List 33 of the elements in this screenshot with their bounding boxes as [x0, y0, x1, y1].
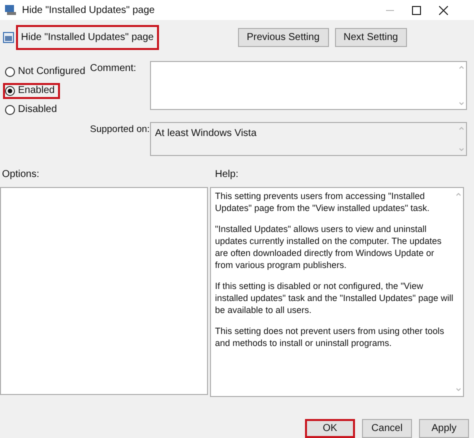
options-label: Options:: [1, 168, 40, 182]
scroll-up-icon[interactable]: [459, 66, 464, 69]
nav-button[interactable]: Next Setting: [334, 28, 407, 47]
dialog-button[interactable]: OK: [305, 419, 355, 438]
app-icon: [4, 4, 17, 16]
comment-field[interactable]: [150, 60, 467, 110]
radio-option[interactable]: Not Configured: [3, 64, 90, 80]
setting-title: Hide "Installed Updates" page: [16, 24, 159, 50]
supported-on-value: At least Windows Vista: [154, 126, 258, 141]
help-paragraph: This setting prevents users from accessing "Installed Updates" page from the "View installed updates" task.: [215, 190, 431, 214]
help-paragraph: If this setting is disabled or not configured, the "View installed updates" task and the "Installed Updates" page will be available to all users.: [215, 280, 454, 316]
supported-on-label: Supported on:: [89, 122, 150, 137]
policy-icon: [3, 32, 14, 43]
radio-icon[interactable]: [5, 104, 15, 115]
radio-icon[interactable]: [5, 86, 15, 96]
scroll-up-icon[interactable]: [459, 126, 464, 130]
maximize-icon[interactable]: [412, 6, 421, 14]
dialog-button[interactable]: Cancel: [362, 419, 412, 438]
window-title: Hide "Installed Updates" page: [22, 4, 155, 18]
scroll-up-icon[interactable]: [456, 193, 461, 196]
help-label: Help:: [215, 168, 238, 182]
radio-icon[interactable]: [5, 66, 15, 77]
nav-button[interactable]: Previous Setting: [238, 28, 329, 47]
help-paragraph: This setting does not prevent users from using other tools and methods to install or uninstall programs.: [215, 325, 446, 349]
scroll-down-icon[interactable]: [459, 148, 464, 151]
radio-option[interactable]: Enabled: [3, 82, 60, 99]
close-icon[interactable]: [439, 6, 448, 14]
comment-label: Comment:: [89, 62, 138, 76]
scroll-down-icon[interactable]: [456, 388, 461, 391]
dialog-button[interactable]: Apply: [419, 419, 469, 438]
help-paragraph: "Installed Updates" allows users to view and uninstall updates currently installed on the computer. The updates are often downloaded directly from Windows Update or from various program publishers.: [215, 223, 442, 271]
scroll-down-icon[interactable]: [459, 102, 464, 105]
radio-option[interactable]: Disabled: [3, 102, 62, 118]
